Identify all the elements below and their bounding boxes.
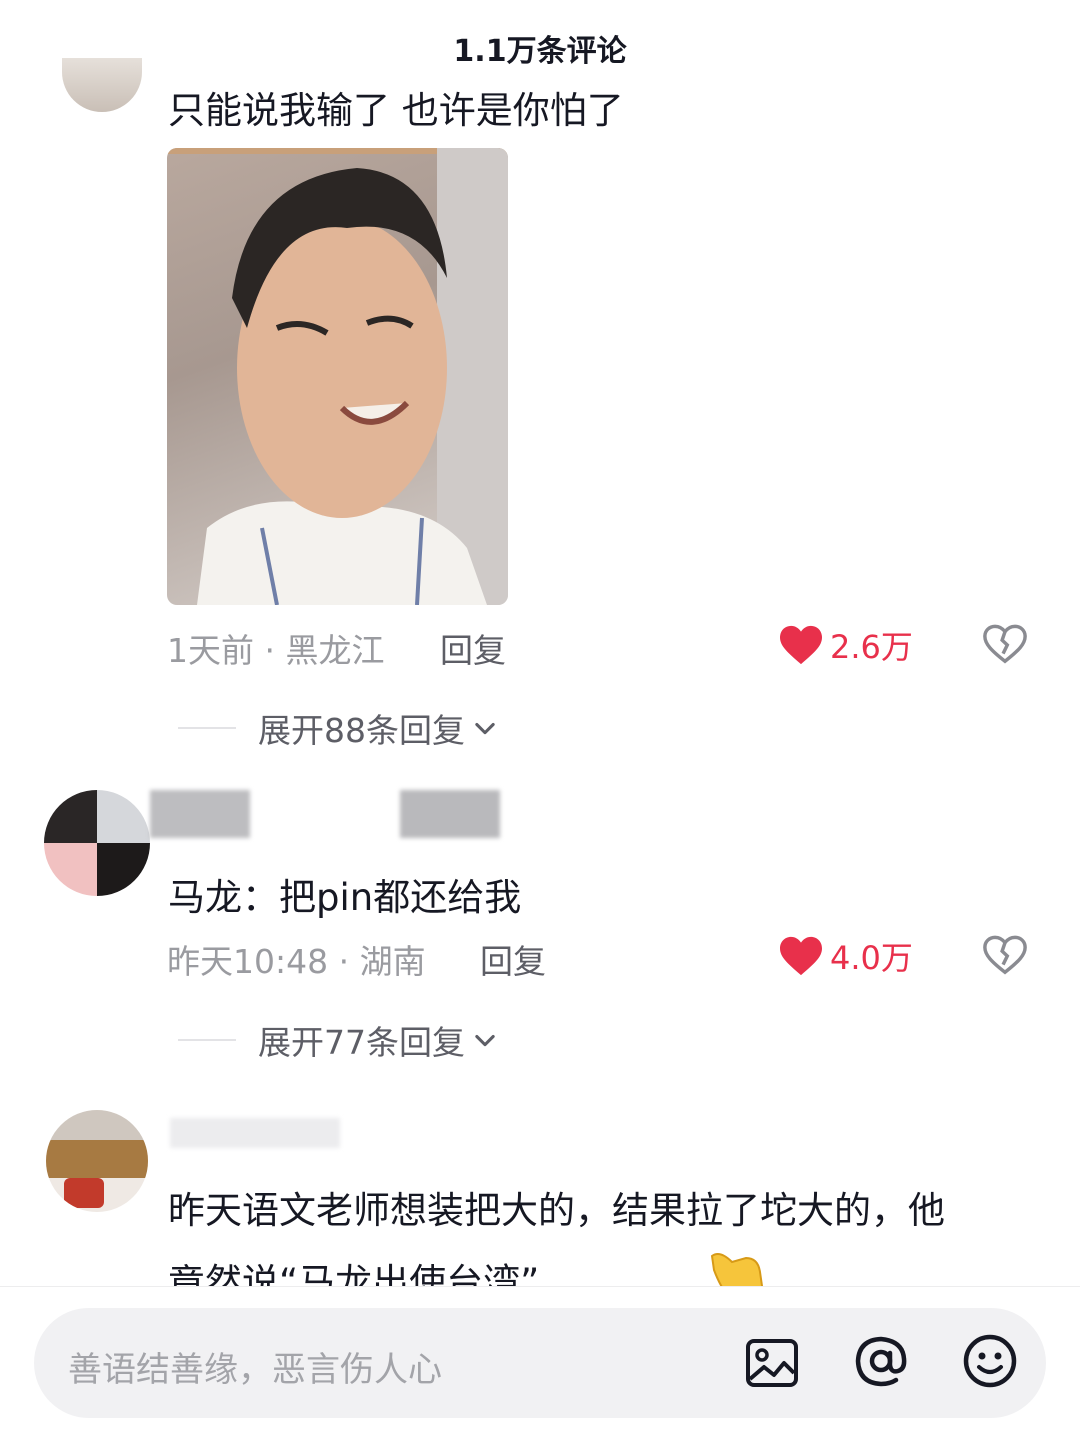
comment-time: 1天前 xyxy=(167,631,254,670)
heart-icon xyxy=(780,625,822,665)
comment-text-line2: 竟然说“马龙出使台湾”。。。 xyxy=(168,1261,614,1286)
like-button[interactable]: 4.0万 xyxy=(778,933,913,979)
chevron-down-icon xyxy=(475,1034,495,1047)
like-count: 2.6万 xyxy=(830,628,913,666)
comment-text: 昨天语文老师想装把大的，结果拉了坨大的，他 xyxy=(168,1189,945,1232)
comment-input[interactable]: 善语结善缘，恶言伤人心 xyxy=(68,1342,442,1391)
meta-separator: · xyxy=(338,942,360,981)
expand-label: 展开88条回复 xyxy=(258,711,465,750)
expand-divider xyxy=(178,1039,236,1041)
comment-image[interactable] xyxy=(167,148,508,605)
emoji-icon[interactable] xyxy=(962,1333,1018,1389)
like-button[interactable]: 2.6万 xyxy=(778,622,913,668)
broken-heart-icon[interactable] xyxy=(982,933,1028,977)
image-icon[interactable] xyxy=(744,1335,800,1391)
comment-location: 湖南 xyxy=(359,942,426,981)
input-divider xyxy=(0,1286,1080,1287)
broken-heart-icon[interactable] xyxy=(982,622,1028,666)
comment-text: 只能说我输了 也许是你怕了 xyxy=(168,89,624,132)
pointing-hand-emoji-icon xyxy=(710,1253,764,1286)
comment-time: 昨天10:48 xyxy=(167,942,329,981)
expand-replies-button[interactable]: 展开88条回复 xyxy=(178,704,499,752)
expand-label: 展开77条回复 xyxy=(258,1023,465,1062)
comment-text: 马龙：把pin都还给我 xyxy=(168,876,522,919)
username-obscured[interactable] xyxy=(400,790,500,838)
reply-button[interactable]: 回复 xyxy=(480,935,546,983)
comment-count-title: 1.1万条评论 xyxy=(453,34,627,69)
expand-divider xyxy=(178,727,236,729)
like-count: 4.0万 xyxy=(830,939,913,977)
meta-separator: · xyxy=(264,631,286,670)
reply-button[interactable]: 回复 xyxy=(440,624,506,672)
username-obscured[interactable] xyxy=(170,1118,340,1148)
username-obscured[interactable] xyxy=(150,790,250,838)
avatar[interactable] xyxy=(62,58,142,112)
chevron-down-icon xyxy=(475,722,495,735)
avatar[interactable] xyxy=(46,1110,148,1212)
heart-icon xyxy=(780,936,822,976)
at-icon[interactable] xyxy=(853,1333,909,1389)
comment-location: 黑龙江 xyxy=(285,631,385,670)
expand-replies-button[interactable]: 展开77条回复 xyxy=(178,1016,499,1064)
avatar[interactable] xyxy=(44,790,150,896)
